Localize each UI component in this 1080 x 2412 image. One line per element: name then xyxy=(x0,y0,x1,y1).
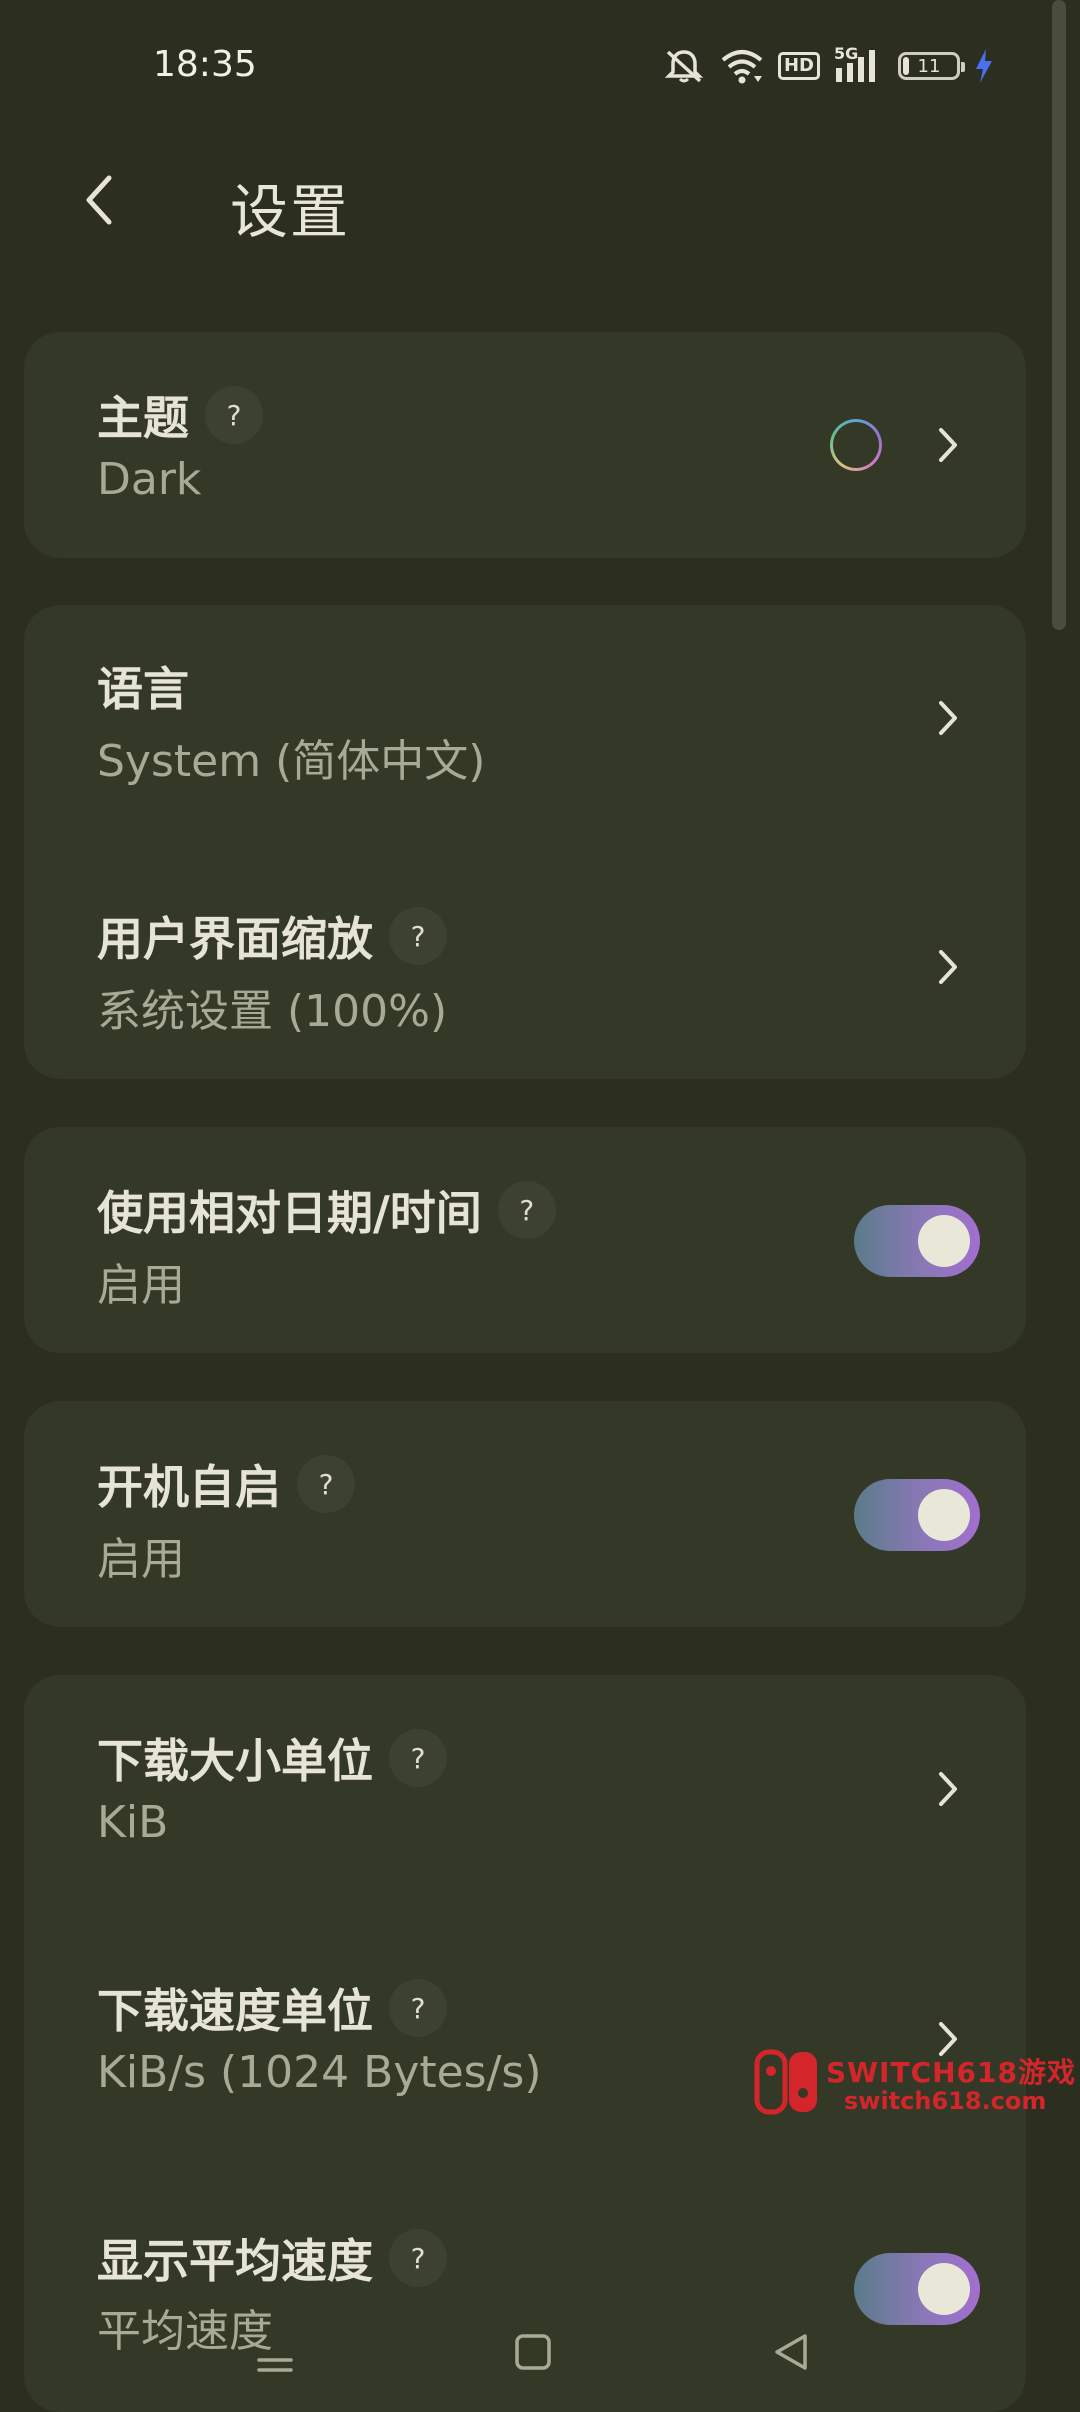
chevron-right-icon xyxy=(928,937,968,997)
language-value: System (简体中文) xyxy=(97,736,486,787)
language-scale-card: 语言 System (简体中文) 用户界面缩放 ? 系统设置 (100%) xyxy=(24,605,1026,1079)
chevron-right-icon xyxy=(928,1759,968,1819)
toggle-knob xyxy=(918,1215,970,1267)
chevron-left-icon xyxy=(86,175,112,225)
theme-title: 主题 xyxy=(97,391,189,445)
status-icons: HD 5G 11 xyxy=(662,44,994,84)
avg-speed-title: 显示平均速度 xyxy=(97,2234,373,2288)
help-icon[interactable]: ? xyxy=(497,1181,556,1239)
relative-date-toggle[interactable] xyxy=(854,1205,980,1277)
menu-button[interactable] xyxy=(240,2322,310,2382)
scrollbar[interactable] xyxy=(1052,0,1066,630)
help-icon[interactable]: ? xyxy=(389,2229,447,2287)
help-icon[interactable]: ? xyxy=(389,907,447,965)
chevron-right-icon xyxy=(928,688,968,748)
theme-value: Dark xyxy=(97,454,202,505)
watermark: SWITCH618游戏 switch618.com xyxy=(754,2045,1075,2121)
theme-card: 主题 ? Dark xyxy=(24,332,1026,558)
hd-icon: HD xyxy=(777,52,820,80)
system-nav-bar xyxy=(0,2300,1080,2412)
ui-scale-value: 系统设置 (100%) xyxy=(97,986,448,1037)
charging-icon xyxy=(974,49,994,83)
home-button[interactable] xyxy=(498,2322,568,2382)
mute-bell-icon xyxy=(662,48,706,84)
watermark-line1: SWITCH618游戏 xyxy=(826,2056,1076,2089)
help-icon[interactable]: ? xyxy=(389,1729,447,1787)
switch-logo-icon xyxy=(754,2049,817,2115)
home-square-icon xyxy=(515,2334,551,2370)
battery-level: 11 xyxy=(917,55,941,77)
theme-setting[interactable]: 主题 ? Dark xyxy=(24,332,1026,558)
language-title: 语言 xyxy=(97,662,189,716)
help-icon[interactable]: ? xyxy=(389,1979,447,2037)
size-unit-value: KiB xyxy=(97,1797,169,1848)
size-unit-title: 下载大小单位 xyxy=(97,1734,373,1788)
help-icon[interactable]: ? xyxy=(205,386,263,444)
relative-date-value: 启用 xyxy=(97,1260,185,1311)
wifi-icon xyxy=(720,48,764,84)
chevron-right-icon xyxy=(928,415,968,475)
autostart-card: 开机自启 ? 启用 xyxy=(24,1401,1026,1627)
back-button[interactable] xyxy=(64,165,134,235)
speed-unit-setting[interactable]: 下载速度单位 ? KiB/s (1024 Bytes/s) xyxy=(24,1915,1026,2165)
help-icon[interactable]: ? xyxy=(297,1455,355,1513)
size-unit-setting[interactable]: 下载大小单位 ? KiB xyxy=(24,1675,1026,1915)
ui-scale-title: 用户界面缩放 xyxy=(97,912,373,966)
page-title: 设置 xyxy=(230,178,351,246)
autostart-setting[interactable]: 开机自启 ? 启用 xyxy=(24,1401,1026,1627)
battery-icon: 11 xyxy=(898,52,965,80)
toggle-knob xyxy=(918,1489,970,1541)
speed-unit-value: KiB/s (1024 Bytes/s) xyxy=(97,2047,542,2098)
status-time: 18:35 xyxy=(153,44,257,85)
watermark-line2: switch618.com xyxy=(844,2087,1047,2115)
autostart-value: 启用 xyxy=(97,1534,185,1585)
back-triangle-icon xyxy=(775,2334,807,2370)
relative-date-card: 使用相对日期/时间 ? 启用 xyxy=(24,1127,1026,1353)
relative-date-setting[interactable]: 使用相对日期/时间 ? 启用 xyxy=(24,1127,1026,1353)
menu-icon xyxy=(257,2358,293,2372)
speed-unit-title: 下载速度单位 xyxy=(97,1984,373,2038)
relative-date-title: 使用相对日期/时间 xyxy=(97,1186,482,1240)
language-setting[interactable]: 语言 System (简体中文) xyxy=(24,605,1026,845)
status-bar: 18:35 HD 5G 11 xyxy=(0,0,1080,140)
back-nav-button[interactable] xyxy=(756,2322,826,2382)
autostart-toggle[interactable] xyxy=(854,1479,980,1551)
signal-5g-icon: 5G xyxy=(834,44,884,84)
autostart-title: 开机自启 xyxy=(97,1460,281,1514)
theme-color-indicator xyxy=(830,419,882,471)
ui-scale-setting[interactable]: 用户界面缩放 ? 系统设置 (100%) xyxy=(24,845,1026,1079)
